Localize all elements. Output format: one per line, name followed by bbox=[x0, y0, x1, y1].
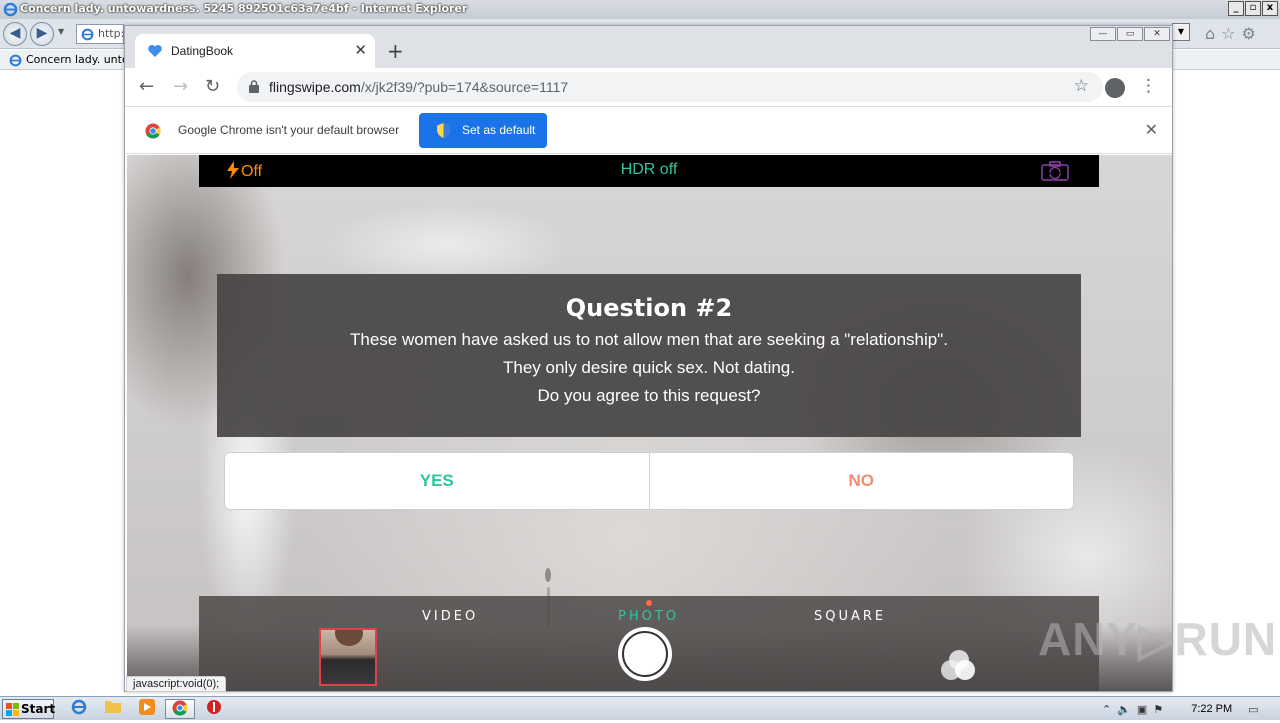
infobar-message: Google Chrome isn't your default browser bbox=[178, 123, 400, 137]
hdr-toggle[interactable]: HDR off bbox=[199, 161, 1099, 179]
ie-history-dropdown-icon[interactable]: ▼ bbox=[58, 27, 64, 36]
new-tab-plus-icon[interactable]: + bbox=[387, 39, 404, 63]
question-title: Question #2 bbox=[565, 294, 733, 322]
no-button[interactable]: NO bbox=[650, 453, 1074, 509]
chrome-tab-strip: DatingBook ✕ + — ▭ ✕ bbox=[125, 26, 1172, 68]
network-icon[interactable]: ▣ bbox=[1137, 703, 1147, 716]
camera-top-bar: Off HDR off bbox=[199, 155, 1099, 187]
favorites-star-icon[interactable]: ☆ bbox=[1221, 25, 1235, 43]
ie-tab-icon bbox=[9, 54, 22, 67]
ie-address-bar[interactable]: http: bbox=[76, 24, 124, 44]
back-arrow-icon[interactable]: ← bbox=[139, 76, 154, 97]
chrome-tab[interactable]: DatingBook ✕ bbox=[135, 34, 375, 68]
forward-arrow-icon[interactable]: → bbox=[173, 76, 188, 97]
ie-restore-button[interactable]: ▫ bbox=[1245, 1, 1261, 16]
taskbar-clock[interactable]: 7:22 PM bbox=[1191, 703, 1232, 715]
camera-switch-icon[interactable] bbox=[1041, 161, 1069, 181]
settings-gear-icon[interactable]: ⚙ bbox=[1242, 25, 1256, 43]
chrome-minimize-button[interactable]: — bbox=[1090, 27, 1116, 41]
windows-taskbar: Start ⌃ 🔈 ▣ ⚑ 7:22 PM ▭ bbox=[0, 696, 1280, 720]
anyrun-watermark: ANY▷RUN bbox=[1038, 613, 1278, 665]
question-box: Question #2 These women have asked us to… bbox=[217, 274, 1081, 437]
ie-window-title: Concern lady. untowardness. 5245 892501c… bbox=[20, 2, 468, 15]
action-center-flag-icon[interactable]: ⚑ bbox=[1153, 703, 1163, 716]
url-text: flingswipe.com/x/jk2f39/?pub=174&source=… bbox=[269, 79, 568, 95]
filters-icon[interactable] bbox=[939, 648, 979, 682]
uac-shield-icon bbox=[437, 123, 450, 138]
taskbar-media-player-icon[interactable] bbox=[132, 699, 162, 719]
ie-window-controls: _ ▫ x bbox=[1228, 1, 1278, 16]
status-url-tooltip: javascript:void(0); bbox=[126, 676, 227, 692]
photo-detail bbox=[545, 568, 551, 582]
mode-photo[interactable]: PHOTO bbox=[618, 609, 679, 624]
web-page: Off HDR off Question #2 These women have… bbox=[127, 155, 1172, 691]
windows-flag-icon bbox=[6, 703, 19, 716]
ie-logo-icon bbox=[3, 2, 18, 17]
heart-favicon-icon bbox=[148, 45, 162, 57]
ie-title-bar: Concern lady. untowardness. 5245 892501c… bbox=[0, 0, 1280, 19]
chrome-window-controls: — ▭ ✕ bbox=[1090, 27, 1170, 41]
omnibox[interactable]: flingswipe.com/x/jk2f39/?pub=174&source=… bbox=[237, 72, 1103, 102]
chrome-tab-title: DatingBook bbox=[171, 44, 234, 58]
set-as-default-button[interactable]: Set as default bbox=[419, 113, 547, 148]
taskbar-ie-icon[interactable] bbox=[64, 699, 94, 719]
ie-address-dropdown-button[interactable]: ▼ bbox=[1172, 23, 1190, 41]
start-button[interactable]: Start bbox=[2, 699, 56, 719]
tab-close-icon[interactable]: ✕ bbox=[354, 41, 367, 59]
taskbar-chrome-icon[interactable] bbox=[165, 699, 195, 719]
active-mode-indicator bbox=[646, 600, 652, 606]
kebab-menu-icon[interactable]: ⋮ bbox=[1140, 76, 1157, 96]
bookmark-star-icon[interactable]: ☆ bbox=[1074, 76, 1089, 96]
ie-address-text: http: bbox=[98, 27, 124, 40]
gallery-thumbnail[interactable] bbox=[319, 628, 377, 686]
ie-page-icon bbox=[81, 28, 94, 41]
start-label: Start bbox=[21, 702, 56, 716]
chrome-logo-icon bbox=[145, 123, 161, 139]
reload-icon[interactable]: ↻ bbox=[205, 76, 220, 97]
taskbar-stop-icon[interactable] bbox=[199, 699, 229, 719]
show-desktop-icon[interactable]: ▭ bbox=[1248, 703, 1258, 716]
ie-tab[interactable]: Concern lady. untov bbox=[4, 51, 141, 70]
mode-square[interactable]: SQUARE bbox=[814, 609, 886, 624]
ie-close-button[interactable]: x bbox=[1262, 1, 1278, 16]
ie-toolbar-icons: ⌂ ☆ ⚙ bbox=[1205, 25, 1256, 43]
set-as-default-label: Set as default bbox=[462, 123, 536, 137]
tray-expand-icon[interactable]: ⌃ bbox=[1102, 703, 1111, 716]
camera-bottom-bar: VIDEO PHOTO SQUARE bbox=[199, 596, 1099, 691]
default-browser-infobar: Google Chrome isn't your default browser… bbox=[125, 106, 1172, 154]
infobar-close-icon[interactable]: ✕ bbox=[1145, 120, 1158, 139]
answer-buttons: YES NO bbox=[224, 452, 1074, 510]
system-tray: ⌃ 🔈 ▣ ⚑ 7:22 PM ▭ bbox=[1102, 699, 1280, 719]
shutter-button[interactable] bbox=[618, 627, 672, 681]
thumbnail-detail bbox=[335, 630, 363, 646]
ie-minimize-button[interactable]: _ bbox=[1228, 1, 1244, 16]
yes-button[interactable]: YES bbox=[225, 453, 650, 509]
ie-forward-button[interactable]: ▶ bbox=[30, 22, 54, 46]
volume-icon[interactable]: 🔈 bbox=[1117, 703, 1131, 716]
taskbar-explorer-folder-icon[interactable] bbox=[98, 699, 128, 719]
lock-icon bbox=[249, 80, 259, 93]
home-icon[interactable]: ⌂ bbox=[1205, 25, 1215, 43]
ie-tab-label: Concern lady. untov bbox=[26, 53, 136, 66]
url-domain: flingswipe.com bbox=[269, 79, 361, 95]
profile-avatar-icon[interactable] bbox=[1105, 78, 1125, 98]
question-line: These women have asked us to not allow m… bbox=[350, 330, 948, 349]
chrome-close-button[interactable]: ✕ bbox=[1144, 27, 1170, 41]
chrome-toolbar: ← → ↻ flingswipe.com/x/jk2f39/?pub=174&s… bbox=[125, 68, 1172, 106]
mode-video[interactable]: VIDEO bbox=[422, 609, 478, 624]
url-path: /x/jk2f39/?pub=174&source=1117 bbox=[360, 79, 569, 95]
chrome-restore-button[interactable]: ▭ bbox=[1117, 27, 1143, 41]
chrome-window: DatingBook ✕ + — ▭ ✕ ← → ↻ flingswipe.co… bbox=[124, 25, 1173, 692]
question-line: Do you agree to this request? bbox=[537, 386, 761, 405]
question-line: They only desire quick sex. Not dating. bbox=[503, 358, 795, 377]
ie-back-button[interactable]: ◀ bbox=[3, 22, 27, 46]
